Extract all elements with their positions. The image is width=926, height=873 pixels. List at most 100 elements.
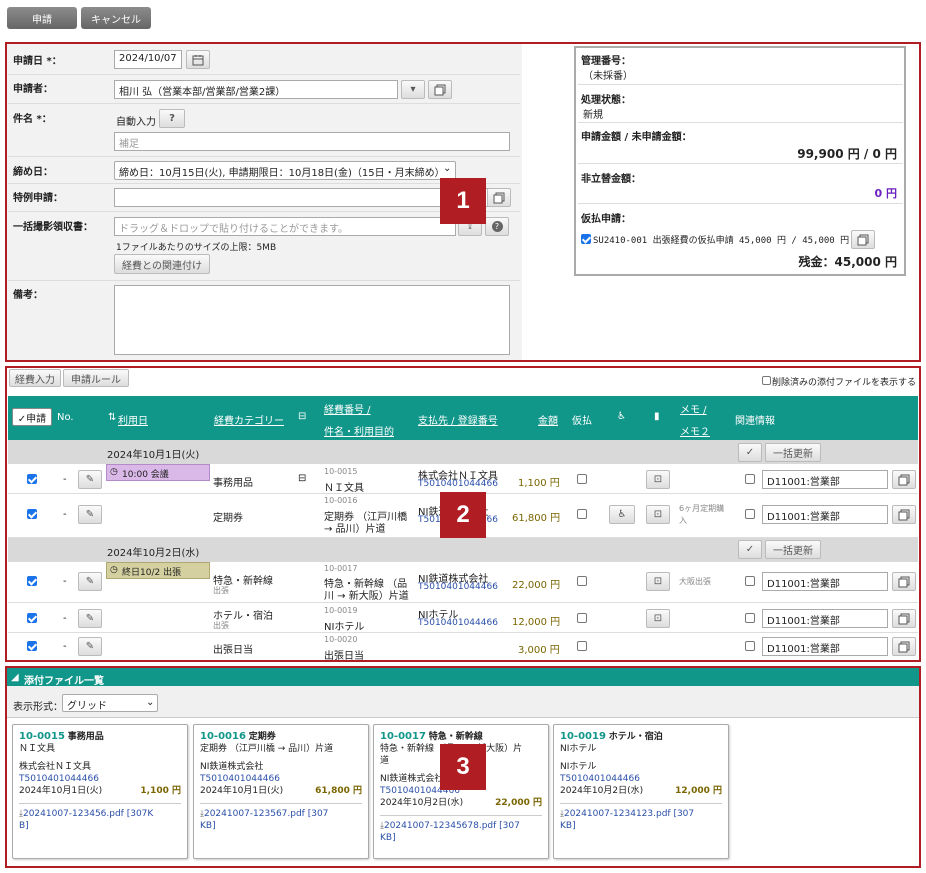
receipt-button[interactable]: ⊡ [646,572,670,591]
card-file-link[interactable]: 20241007-1234123.pdf [307 [564,809,694,819]
card-reg-link[interactable]: T5010401044466 [560,773,722,785]
applicant-copy-button[interactable] [428,80,452,99]
row-copy-button[interactable] [892,609,916,628]
card-reg-link[interactable]: T5010401044466 [19,773,181,785]
sort-icon: ⇅ [108,412,117,423]
row-copy-button[interactable] [892,572,916,591]
dept-input[interactable]: D11001:営業部 [762,572,888,591]
edit-button[interactable]: ✎ [78,470,102,489]
check-button[interactable]: ✓ [738,540,762,559]
advance-checkbox[interactable] [577,641,587,651]
applicant-input[interactable]: 相川 弘（営業本部/営業部/営業2課） [114,80,398,99]
display-format-select[interactable]: グリッド [62,694,158,712]
receipt-button[interactable]: ⊡ [646,505,670,524]
advance-checkbox[interactable] [581,234,591,244]
receipt-dropzone[interactable]: ドラッグ＆ドロップで貼り付けることができます。 [114,217,456,236]
receipt-button[interactable]: ⊡ [646,470,670,489]
advance-copy-button[interactable] [851,230,875,249]
edit-button[interactable]: ✎ [78,505,102,524]
card-payee: NIホテル [560,762,597,772]
apply-button[interactable]: 申請 [7,7,77,29]
row-apply-checkbox[interactable] [27,509,37,519]
row-flag-checkbox[interactable] [745,641,755,651]
card-amount: 12,000 円 [675,786,722,796]
status-label: 処理状態： [581,95,631,106]
bulk-update-button[interactable]: 一括更新 [765,540,821,559]
closing-date-select[interactable]: 締め日：10月15日(火), 申請期限日：10月18日(金)（15日・月末締め） [114,161,456,180]
edit-button[interactable]: ✎ [78,572,102,591]
card-file-link[interactable]: 20241007-123567.pdf [307 [204,809,328,819]
supplement-input[interactable]: 補足 [114,132,510,151]
cancel-button[interactable]: キャンセル [81,7,151,29]
header-payee[interactable]: 支払先 / 登録番号 [418,412,498,427]
advance-checkbox[interactable] [577,509,587,519]
help-button[interactable]: ? [159,109,185,128]
tab-expense-input[interactable]: 経費入力 [9,369,61,387]
dept-input[interactable]: D11001:営業部 [762,505,888,524]
dept-input[interactable]: D11001:営業部 [762,637,888,656]
row-flag-checkbox[interactable] [745,613,755,623]
edit-button[interactable]: ✎ [78,637,102,656]
row-apply-checkbox[interactable] [27,641,37,651]
row-copy-button[interactable] [892,637,916,656]
header-memo2[interactable]: メモ２ [680,423,710,438]
help-button-2[interactable]: ? [485,217,509,236]
row-reg-link[interactable]: T5010401044466 [418,582,498,592]
collapse-icon[interactable]: ◢ [11,672,19,683]
advance-item: SU2410-001 出張経費の仮払申請 45,000 円 / 45,000 円 [593,236,850,246]
link-expense-button[interactable]: 経費との関連付け [114,254,210,274]
header-amount[interactable]: 金額 [538,412,558,427]
accessibility-button[interactable]: ♿ [609,505,635,524]
row-flag-checkbox[interactable] [745,576,755,586]
apply-all-button[interactable]: ✓申請 [12,408,52,426]
row-flag-checkbox[interactable] [745,509,755,519]
dept-input[interactable]: D11001:営業部 [762,470,888,489]
header-category[interactable]: 経費カテゴリー [214,412,284,427]
applicant-dropdown-button[interactable]: ▾ [401,80,425,99]
header-memo[interactable]: メモ / [680,401,707,416]
dept-input[interactable]: D11001:営業部 [762,609,888,628]
tab-application-rules[interactable]: 申請ルール [63,369,129,387]
card-file-link-cont[interactable]: KB] [200,820,362,832]
advance-checkbox[interactable] [577,576,587,586]
special-application-input[interactable] [114,188,488,207]
row-subject-2: → 品川）片道 [324,524,386,535]
row-apply-checkbox[interactable] [27,474,37,484]
row-copy-button[interactable] [892,505,916,524]
attachment-card[interactable]: 10-0015 事務用品 ＮＩ文具 株式会社ＮＩ文具 T501040104446… [12,724,188,859]
apply-date-input[interactable]: 2024/10/07 [114,50,182,69]
header-date[interactable]: 利用日 [118,412,148,427]
calendar-button[interactable] [186,50,210,69]
row-apply-checkbox[interactable] [27,613,37,623]
card-file-link-cont[interactable]: KB] [560,820,722,832]
bulk-update-button[interactable]: 一括更新 [765,443,821,462]
balance-value: 残金：45,000 円 [798,255,898,269]
card-date: 2024年10月2日(水) [560,786,644,796]
card-subject: 定期券 （江戸川橋 → 品川）片道 [200,744,334,754]
notes-textarea[interactable] [114,285,510,355]
copy-icon [898,474,910,485]
check-button[interactable]: ✓ [738,443,762,462]
header-number[interactable]: 経費番号 / [324,401,371,416]
row-reg-link[interactable]: T5010401044466 [418,479,498,489]
row-flag-checkbox[interactable] [745,474,755,484]
advance-checkbox[interactable] [577,474,587,484]
card-file-link[interactable]: 20241007-12345678.pdf [307 [384,821,520,831]
group-date: 2024年10月2日(水) [107,548,200,559]
card-file-link[interactable]: 20241007-123456.pdf [307K [23,809,153,819]
receipt-button[interactable]: ⊡ [646,609,670,628]
row-copy-button[interactable] [892,470,916,489]
attachment-card[interactable]: 10-0016 定期券 定期券 （江戸川橋 → 品川）片道 NI鉄道株式会社 T… [193,724,369,859]
row-apply-checkbox[interactable] [27,576,37,586]
card-file-link-cont[interactable]: B] [19,820,181,832]
attachment-card[interactable]: 10-0019 ホテル・宿泊 NIホテル NIホテル T501040104446… [553,724,729,859]
edit-button[interactable]: ✎ [78,609,102,628]
header-subject[interactable]: 件名・利用目的 [324,423,394,438]
advance-checkbox[interactable] [577,613,587,623]
card-file-link-cont[interactable]: KB] [380,832,542,844]
annotation-badge: 1 [440,178,486,224]
card-reg-link[interactable]: T5010401044466 [200,773,362,785]
special-copy-button[interactable] [487,188,511,207]
show-deleted-checkbox[interactable] [762,376,771,385]
row-reg-link[interactable]: T5010401044466 [418,618,498,628]
